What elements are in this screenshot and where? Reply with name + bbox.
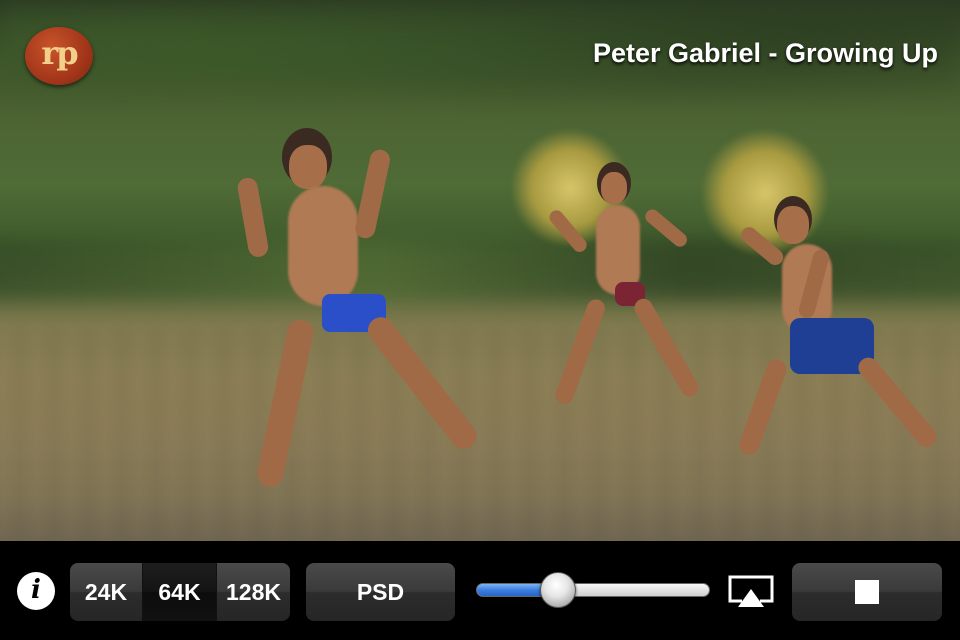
airplay-icon[interactable] [728, 575, 774, 609]
bitrate-128k-button[interactable]: 128K [217, 563, 290, 621]
logo-text: rp [41, 34, 78, 72]
album-art: rp Peter Gabriel - Growing Up [0, 0, 960, 541]
stop-icon [855, 580, 879, 604]
psd-button[interactable]: PSD [306, 563, 455, 621]
app-logo: rp [25, 27, 93, 85]
volume-slider[interactable] [476, 572, 710, 608]
track-title: Peter Gabriel - Growing Up [592, 38, 938, 68]
bitrate-selector: 24K 64K 128K [70, 563, 290, 621]
volume-thumb[interactable] [539, 572, 576, 608]
bitrate-64k-button[interactable]: 64K [143, 563, 217, 621]
bitrate-24k-button[interactable]: 24K [70, 563, 143, 621]
info-icon: i [31, 575, 41, 605]
info-button[interactable]: i [17, 572, 55, 610]
stop-button[interactable] [792, 563, 942, 621]
volume-track[interactable] [476, 583, 710, 597]
